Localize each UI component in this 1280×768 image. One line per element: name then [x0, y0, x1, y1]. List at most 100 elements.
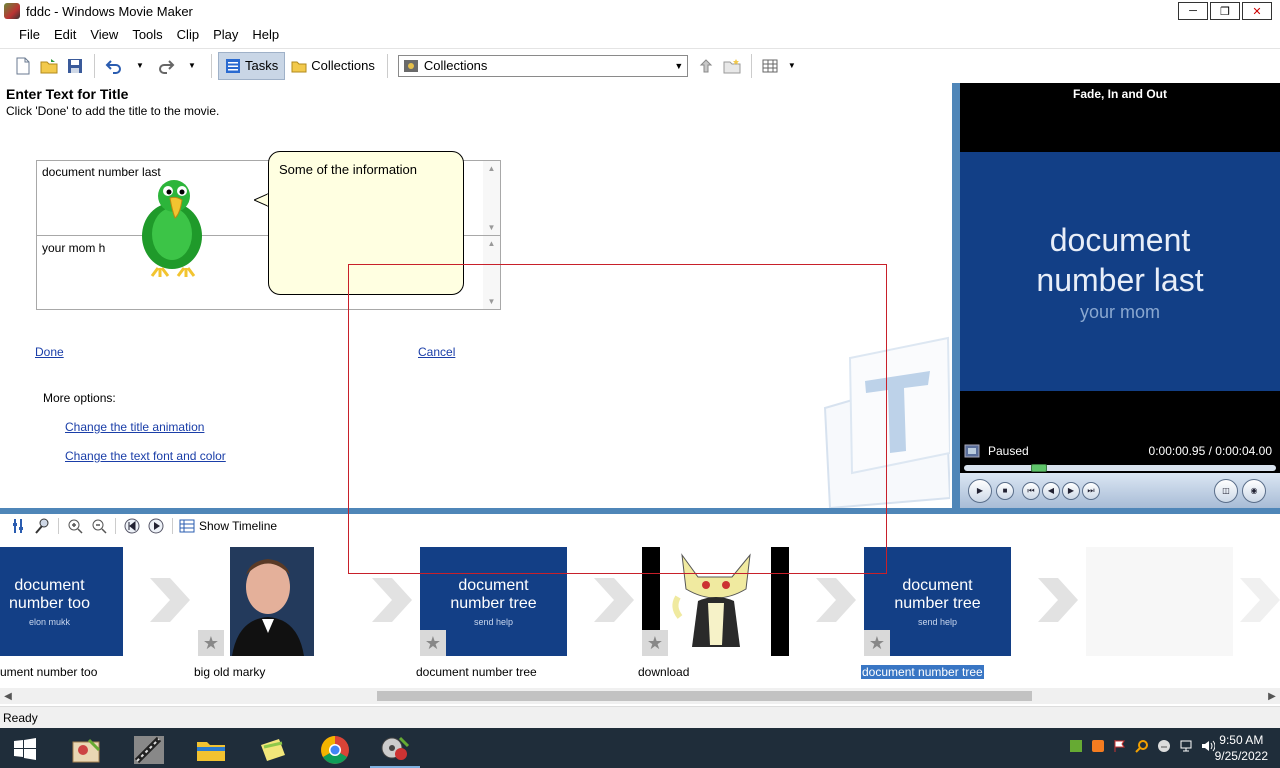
transition-slot-icon[interactable] [1038, 578, 1078, 622]
transition-slot-icon[interactable] [150, 578, 190, 622]
new-project-button[interactable] [13, 56, 33, 76]
taskbar-app-chrome[interactable] [310, 731, 360, 768]
play-icon: ▶ [976, 486, 984, 495]
menu-edit[interactable]: Edit [47, 27, 83, 42]
taskbar: 9:50 AM 9/25/2022 [0, 728, 1280, 768]
taskbar-app-file-explorer[interactable] [186, 731, 236, 768]
undo-button[interactable] [104, 56, 124, 76]
zoom-out-button[interactable] [91, 518, 107, 534]
open-project-button[interactable] [39, 56, 59, 76]
tray-app-icon[interactable] [1068, 738, 1084, 754]
transition-slot-icon[interactable] [372, 578, 412, 622]
tray-status-icon[interactable] [1156, 738, 1172, 754]
zoom-in-icon [68, 519, 83, 534]
split-clip-button[interactable]: ◫ [1214, 478, 1238, 503]
windows-start-icon[interactable] [14, 738, 36, 760]
take-picture-button[interactable]: ◉ [1242, 478, 1266, 503]
close-button[interactable]: ✕ [1242, 2, 1272, 20]
scrollbar-thumb[interactable] [377, 691, 1032, 701]
storyboard-clip[interactable]: ★ [198, 547, 345, 656]
clip-thumb-line-1: document [902, 576, 973, 594]
collections-combo[interactable]: Collections ▼ [397, 54, 688, 77]
back-button[interactable]: ⏮ [1022, 481, 1040, 500]
change-text-font-link[interactable]: Change the text font and color [65, 449, 226, 463]
menu-clip[interactable]: Clip [170, 27, 206, 42]
save-project-button[interactable] [65, 56, 85, 76]
menu-file[interactable]: File [12, 27, 47, 42]
scroll-right-icon[interactable]: ▶ [1264, 688, 1280, 704]
views-button[interactable] [761, 56, 781, 76]
next-frame-button[interactable]: ▶ [1062, 481, 1080, 500]
show-timeline-button[interactable]: Show Timeline [177, 516, 279, 536]
change-title-animation-link[interactable]: Change the title animation [65, 420, 204, 434]
parrot-assistant-icon[interactable] [130, 174, 214, 278]
clip-thumb-line-2: number too [9, 594, 90, 612]
tray-search-icon[interactable] [1134, 738, 1150, 754]
storyboard-clip[interactable]: document number too elon mukk [0, 547, 123, 656]
stop-button[interactable]: ■ [996, 481, 1014, 500]
taskbar-app-sticky-notes[interactable] [248, 731, 298, 768]
play-storyboard-button[interactable] [148, 518, 164, 534]
status-text: Ready [3, 710, 38, 725]
tray-volume-icon[interactable] [1200, 738, 1216, 754]
undo-dropdown[interactable]: ▼ [130, 56, 150, 76]
transition-slot-icon[interactable] [816, 578, 856, 622]
seek-bar-knob[interactable] [1030, 464, 1047, 472]
set-audio-levels-button[interactable] [10, 518, 26, 534]
video-app-icon [134, 735, 164, 764]
done-link[interactable]: Done [35, 345, 64, 359]
tray-network-icon[interactable] [1178, 738, 1194, 754]
taskbar-app-paint[interactable] [62, 731, 112, 768]
empty-clip-slot[interactable] [1086, 547, 1233, 656]
clip-effect-star: ★ [420, 630, 446, 656]
views-dropdown[interactable]: ▼ [787, 56, 797, 76]
transition-slot-icon[interactable] [1240, 578, 1280, 622]
scroll-up-icon: ▲ [487, 164, 496, 173]
forward-button[interactable]: ⏭ [1082, 481, 1100, 500]
collections-button[interactable]: Collections [285, 52, 381, 80]
new-collection-folder-button[interactable] [722, 56, 742, 76]
taskbar-app-video[interactable] [124, 731, 174, 768]
menu-help[interactable]: Help [245, 27, 286, 42]
narrate-timeline-button[interactable] [34, 518, 50, 534]
playback-time: 0:00:00.95 / 0:00:04.00 [1148, 444, 1272, 458]
redo-button[interactable] [156, 56, 176, 76]
seek-bar[interactable] [964, 464, 1276, 472]
rewind-storyboard-button[interactable] [124, 518, 140, 534]
menu-play[interactable]: Play [206, 27, 245, 42]
preview-monitor: Fade, In and Out document number last yo… [960, 83, 1280, 508]
menu-tools[interactable]: Tools [125, 27, 169, 42]
collections-label: Collections [311, 58, 375, 73]
storyboard-scrollbar[interactable]: ◀ ▶ [0, 688, 1280, 704]
monitor-mode-icon[interactable] [964, 444, 980, 458]
title-textbox-scrollbar[interactable]: ▲ ▼ [483, 161, 500, 235]
redo-dropdown[interactable]: ▼ [182, 56, 202, 76]
up-one-level-button[interactable] [696, 56, 716, 76]
scroll-left-icon[interactable]: ◀ [0, 688, 16, 704]
annotation-rectangle [348, 264, 887, 574]
previous-frame-button[interactable]: ◀ [1042, 481, 1060, 500]
tray-xampp-icon[interactable] [1090, 738, 1106, 754]
tray-flag-icon[interactable] [1112, 738, 1128, 754]
clip-effect-star: ★ [864, 630, 890, 656]
clip-label: big old marky [194, 665, 266, 679]
clip-thumb-line-3: send help [473, 616, 514, 627]
minimize-button[interactable]: ─ [1178, 2, 1208, 20]
assistant-bubble-text: Some of the information [279, 162, 418, 177]
save-disk-icon [68, 58, 82, 73]
taskbar-app-movie-maker[interactable] [370, 731, 420, 768]
toolbar-separator [172, 518, 173, 534]
restore-button[interactable]: ❐ [1210, 2, 1240, 20]
pane-splitter-vertical[interactable] [952, 83, 960, 508]
previous-frame-icon: ◀ [1047, 486, 1055, 495]
taskbar-clock[interactable]: 9:50 AM 9/25/2022 [1215, 732, 1268, 764]
zoom-in-button[interactable] [67, 518, 83, 534]
menu-view[interactable]: View [83, 27, 125, 42]
tasks-button[interactable]: Tasks [218, 51, 286, 80]
play-button[interactable]: ▶ [968, 478, 992, 503]
next-frame-icon: ▶ [1067, 486, 1075, 495]
chevron-down-icon: ▼ [188, 61, 196, 70]
toolbar-separator [386, 53, 388, 78]
tasks-list-icon [226, 58, 240, 73]
transition-slot-icon[interactable] [594, 578, 634, 622]
